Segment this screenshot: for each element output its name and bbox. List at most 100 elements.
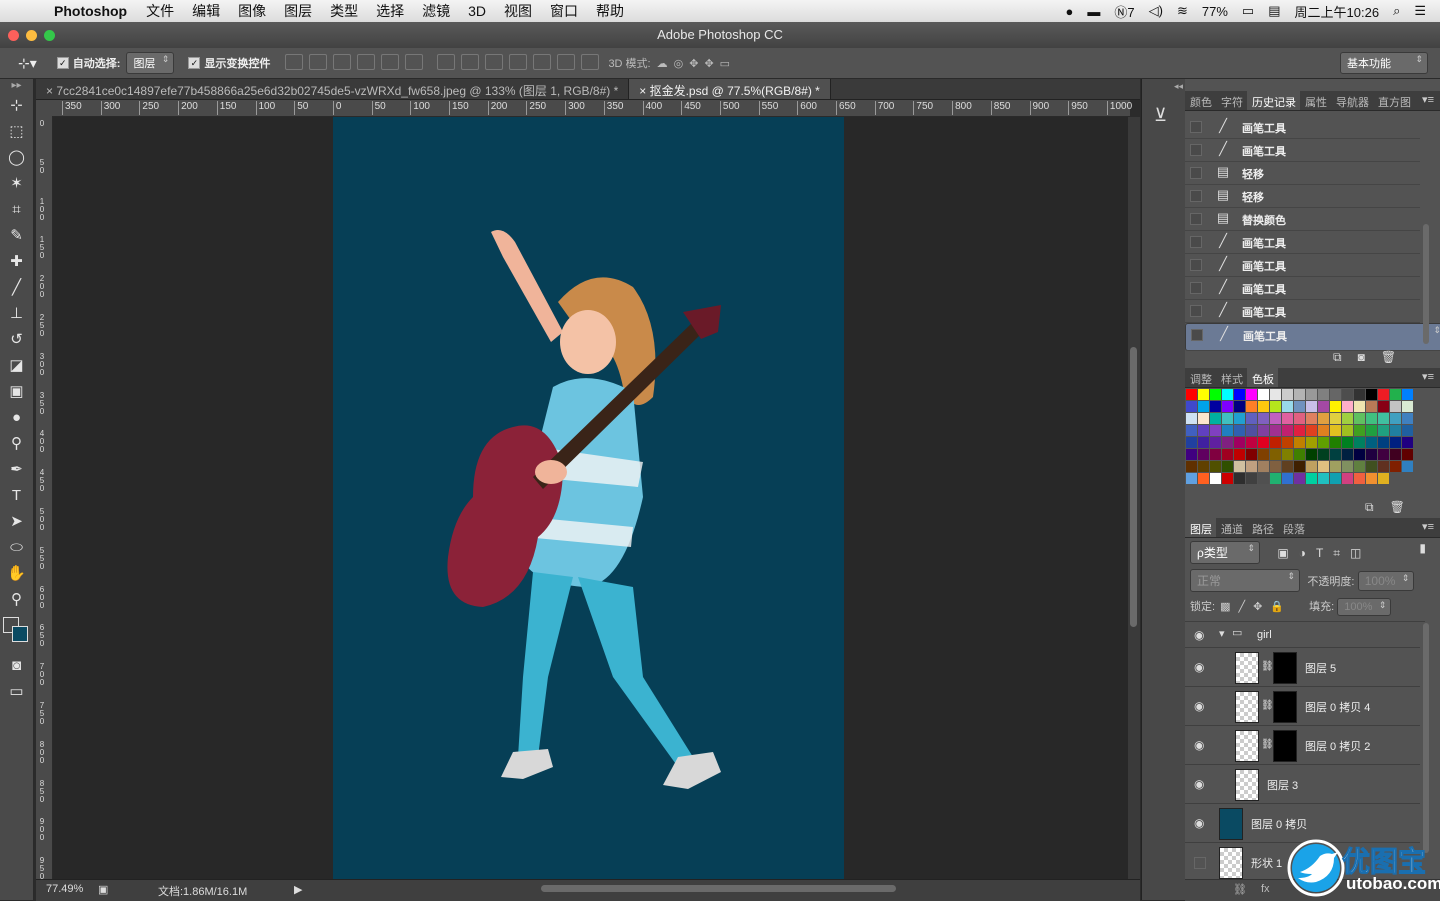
color-swatch[interactable] [1246, 425, 1257, 436]
color-swatch[interactable] [1306, 413, 1317, 424]
color-swatch[interactable] [1366, 425, 1377, 436]
color-swatch[interactable] [1282, 413, 1293, 424]
color-swatch[interactable] [1282, 401, 1293, 412]
color-swatch[interactable] [1294, 449, 1305, 460]
tool-presets-icon[interactable]: ⊻ [1154, 105, 1167, 126]
color-swatch[interactable] [1342, 473, 1353, 484]
color-swatch[interactable] [1294, 401, 1305, 412]
document-canvas[interactable] [333, 117, 844, 879]
layer-mask-thumbnail[interactable] [1273, 691, 1297, 723]
pen-tool-icon[interactable]: ✒ [0, 457, 33, 483]
color-swatch[interactable] [1210, 473, 1221, 484]
spotlight-icon[interactable]: ⌕ [1393, 3, 1400, 19]
color-swatch[interactable] [1390, 389, 1401, 400]
panel-menu-icon[interactable]: ▾≡ [1422, 93, 1434, 106]
color-swatch[interactable] [1234, 449, 1245, 460]
color-swatch[interactable] [1198, 389, 1209, 400]
battery-icon[interactable]: ▭ [1242, 3, 1254, 19]
color-swatch[interactable] [1330, 461, 1341, 472]
color-swatch[interactable] [1186, 413, 1197, 424]
type-filter-icon[interactable]: T [1316, 546, 1333, 560]
background-color[interactable] [12, 626, 28, 642]
visibility-eye-icon[interactable]: ◉ [1194, 738, 1204, 752]
align-top-icon[interactable] [285, 53, 304, 70]
color-swatch[interactable] [1198, 425, 1209, 436]
eyedropper-tool-icon[interactable]: ✎ [0, 223, 33, 249]
notification-center-icon[interactable]: ☰ [1414, 3, 1426, 19]
color-swatch[interactable] [1210, 425, 1221, 436]
layer-row[interactable]: ◉ 图层 3 [1185, 765, 1420, 804]
type-tool-icon[interactable]: T [0, 483, 33, 509]
auto-align-icon[interactable] [581, 53, 600, 70]
camera-icon[interactable]: ◙ [1358, 350, 1381, 364]
vertical-ruler[interactable]: 0 5 0 1 0 0 1 5 0 2 0 0 2 5 0 3 0 0 3 5 0 4 0 0 4… [36, 116, 53, 881]
color-swatch[interactable] [1258, 461, 1269, 472]
color-swatch[interactable] [1306, 401, 1317, 412]
history-item[interactable]: ╱ 画笔工具 [1185, 277, 1420, 300]
color-swatch[interactable] [1222, 449, 1233, 460]
color-swatch[interactable] [1258, 449, 1269, 460]
color-swatch[interactable] [1210, 437, 1221, 448]
color-swatch[interactable] [1378, 401, 1389, 412]
tab-styles[interactable]: 样式 [1216, 368, 1247, 387]
color-swatch[interactable] [1210, 389, 1221, 400]
canvas-workspace[interactable] [53, 117, 1128, 879]
color-swatch[interactable] [1294, 473, 1305, 484]
history-brush-tool-icon[interactable]: ↺ [0, 327, 33, 353]
magic-wand-tool-icon[interactable]: ✶ [0, 171, 33, 197]
vertical-scroll-thumb[interactable] [1130, 347, 1137, 627]
group-expand-icon[interactable]: ▾ [1219, 627, 1225, 640]
workspace-dropdown[interactable]: 基本功能 [1340, 52, 1428, 74]
color-swatch[interactable] [1330, 401, 1341, 412]
color-swatch[interactable] [1210, 401, 1221, 412]
color-swatch[interactable] [1306, 425, 1317, 436]
color-swatch[interactable] [1354, 473, 1365, 484]
color-swatch[interactable] [1258, 401, 1269, 412]
menu-filter[interactable]: 滤镜 [413, 1, 459, 21]
color-swatch[interactable] [1318, 437, 1329, 448]
color-swatch[interactable] [1270, 401, 1281, 412]
layer-mask-thumbnail[interactable] [1273, 730, 1297, 762]
color-swatch[interactable] [1342, 449, 1353, 460]
color-swatch[interactable] [1378, 449, 1389, 460]
color-swatch[interactable] [1318, 401, 1329, 412]
distribute-bottom-icon[interactable] [485, 53, 504, 70]
color-swatch[interactable] [1258, 413, 1269, 424]
color-swatch[interactable] [1354, 389, 1365, 400]
color-swatch[interactable] [1186, 401, 1197, 412]
color-swatch[interactable] [1330, 449, 1341, 460]
show-transform-checkbox[interactable]: ✓ [188, 57, 204, 69]
color-swatch[interactable] [1342, 437, 1353, 448]
history-item[interactable]: ▤ 替换颜色 [1185, 208, 1420, 231]
healing-tool-icon[interactable]: ✚ [0, 249, 33, 275]
tools-collapse-icon[interactable]: ▸▸ [0, 79, 33, 93]
fill-field[interactable]: 100% [1337, 598, 1392, 616]
link-layers-icon[interactable]: ⛓ [1233, 883, 1247, 896]
color-swatch[interactable] [1366, 437, 1377, 448]
layer-filter-dropdown[interactable]: ρ类型 [1190, 541, 1260, 564]
link-icon[interactable]: ⛓ [1261, 661, 1274, 672]
tab-navigator[interactable]: 导航器 [1331, 91, 1373, 110]
color-swatch[interactable] [1246, 389, 1257, 400]
hand-tool-icon[interactable]: ✋ [0, 561, 33, 587]
color-swatch[interactable] [1270, 461, 1281, 472]
shape-filter-icon[interactable]: ⌗ [1333, 546, 1350, 560]
color-swatch[interactable] [1390, 461, 1401, 472]
tab-channels[interactable]: 通道 [1216, 518, 1247, 537]
color-swatch[interactable] [1246, 461, 1257, 472]
color-swatch[interactable] [1366, 413, 1377, 424]
color-swatch[interactable] [1342, 389, 1353, 400]
color-swatch[interactable] [1366, 461, 1377, 472]
menu-app-name[interactable]: Photoshop [42, 3, 137, 19]
color-swatch[interactable] [1270, 425, 1281, 436]
lock-pixels-icon[interactable]: ╱ [1239, 601, 1254, 613]
close-tab-icon[interactable]: × [639, 84, 649, 98]
color-swatch[interactable] [1270, 437, 1281, 448]
history-item[interactable]: ╱ 画笔工具 [1185, 300, 1420, 323]
color-swatch[interactable] [1234, 401, 1245, 412]
color-swatch[interactable] [1402, 401, 1413, 412]
color-swatch[interactable] [1318, 473, 1329, 484]
align-vcenter-icon[interactable] [309, 53, 328, 70]
brush-tool-icon[interactable]: ╱ [0, 275, 33, 301]
color-swatch[interactable] [1270, 473, 1281, 484]
